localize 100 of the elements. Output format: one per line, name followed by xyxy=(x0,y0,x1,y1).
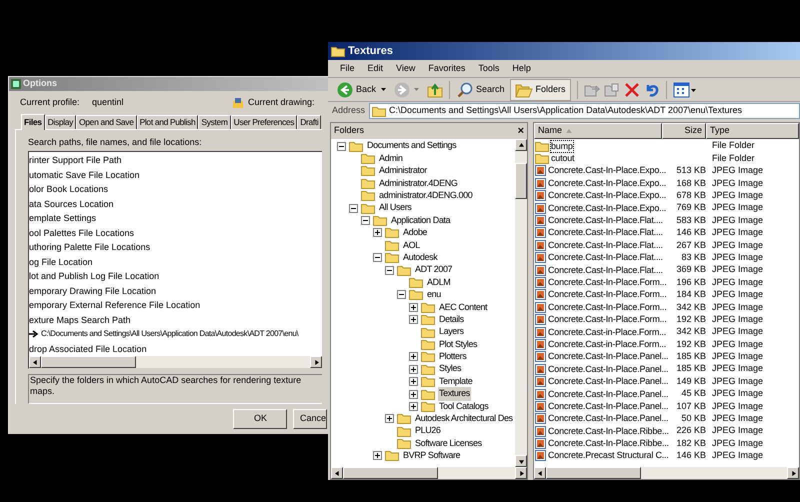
list-item[interactable]: rinter Support File Path xyxy=(29,153,322,168)
file-name[interactable]: Concrete.Cast-In-Place.Flat.... xyxy=(548,264,663,276)
menu-item[interactable]: View xyxy=(396,62,416,76)
file-name[interactable]: Concrete.Cast-In-Place.Form... xyxy=(548,314,667,326)
file-name[interactable]: Concrete.Cast-In-Place.Panel... xyxy=(548,400,668,412)
file-name[interactable]: Concrete.Cast-In-Place.Expo... xyxy=(548,178,666,189)
expand-icon[interactable] xyxy=(373,451,382,460)
expand-icon[interactable] xyxy=(409,364,418,374)
list-item[interactable]: exture Maps Search Path xyxy=(29,312,322,328)
file-locations-list[interactable] xyxy=(28,151,322,370)
list-item[interactable]: lot and Publish Log File Location xyxy=(29,269,322,284)
list-item[interactable]: uthoring Palette File Locations xyxy=(29,240,322,255)
list-item[interactable]: og File Location xyxy=(29,254,322,270)
collapse-icon[interactable] xyxy=(397,290,406,300)
scrollbar[interactable] xyxy=(515,139,527,467)
scroll-arrow-button[interactable] xyxy=(515,455,527,467)
list-item[interactable]: ool Palettes File Locations xyxy=(29,226,322,240)
folders-button[interactable]: Folders xyxy=(510,78,571,100)
file-name[interactable]: Concrete.Cast-in-Place.Form... xyxy=(548,326,666,338)
folder-label[interactable]: enu xyxy=(426,288,442,302)
folder-label[interactable]: administrator.4DENG.000 xyxy=(378,189,474,203)
list-item[interactable]: ata Sources Location xyxy=(29,196,322,212)
dialog-button[interactable]: OK xyxy=(233,409,287,430)
scroll-thumb[interactable] xyxy=(515,163,527,199)
scroll-arrow-button[interactable] xyxy=(29,356,41,368)
file-name[interactable]: Concrete.Cast-In-Place.Flat.... xyxy=(548,252,663,264)
folder-label[interactable]: Administrator.4DENG xyxy=(378,176,458,190)
file-name[interactable]: Concrete.Cast-In-Place.Panel... xyxy=(548,364,668,375)
address-field[interactable]: C:\Documents and Settings\All Users\Application Data\Autodesk\ADT 2007\enu\Textures xyxy=(369,103,800,119)
folder-label[interactable]: Plotters xyxy=(438,350,468,364)
file-name[interactable]: Concrete.Cast-in-Place.Form... xyxy=(548,338,666,350)
file-name[interactable]: Concrete.Cast-In-Place.Ribbe... xyxy=(548,438,669,450)
menu-item[interactable]: Favorites xyxy=(428,62,466,76)
column-header[interactable]: Size xyxy=(662,123,706,139)
expand-icon[interactable] xyxy=(409,302,418,312)
file-name[interactable]: Concrete.Cast-In-Place.Panel... xyxy=(548,376,668,388)
expand-icon[interactable] xyxy=(409,352,418,362)
file-name[interactable]: Concrete.Cast-In-Place.Form... xyxy=(548,276,667,288)
scroll-arrow-button[interactable] xyxy=(310,356,322,368)
collapse-icon[interactable] xyxy=(337,142,346,151)
folder-label[interactable]: Documents and Settings xyxy=(366,139,458,153)
file-name[interactable]: Concrete.Cast-In-Place.Panel... xyxy=(548,351,668,362)
scroll-arrow-button[interactable] xyxy=(787,467,799,479)
list-item[interactable]: olor Book Locations xyxy=(29,182,322,197)
dropdown-caret-icon[interactable] xyxy=(381,88,386,91)
folder-label[interactable]: Application Data xyxy=(390,214,452,228)
folder-label[interactable]: Textures xyxy=(438,387,471,401)
file-name[interactable]: Concrete.Cast-In-Place.Ribbe... xyxy=(548,426,669,437)
folder-label[interactable]: Tool Catalogs xyxy=(438,400,490,414)
list-item[interactable]: emporary External Reference File Location xyxy=(29,298,322,313)
delete-icon[interactable] xyxy=(624,82,640,98)
list-item[interactable]: utomatic Save File Location xyxy=(29,168,322,182)
dialog-button[interactable]: Cance xyxy=(293,409,327,430)
folder-label[interactable]: ADLM xyxy=(426,276,452,290)
scroll-thumb[interactable] xyxy=(343,467,438,479)
folder-label[interactable]: AOL xyxy=(402,238,421,252)
file-name[interactable]: Concrete.Cast-In-Place.Expo... xyxy=(548,165,666,176)
tab[interactable]: System xyxy=(198,114,231,129)
close-button[interactable]: × xyxy=(518,126,524,136)
folder-label[interactable]: AEC Content xyxy=(438,300,488,314)
scroll-arrow-button[interactable] xyxy=(515,467,527,479)
file-name[interactable]: Concrete.Cast-In-Place.Flat.... xyxy=(548,240,663,251)
menu-item[interactable]: File xyxy=(340,62,355,76)
list-item[interactable]: drop Associated File Location xyxy=(29,342,322,356)
tab[interactable]: Files xyxy=(21,114,45,130)
file-name[interactable]: Concrete.Precast Structural C... xyxy=(548,450,669,462)
scrollbar[interactable] xyxy=(534,467,799,479)
menu-item[interactable]: Tools xyxy=(478,62,500,76)
expand-icon[interactable] xyxy=(409,402,418,411)
scroll-thumb[interactable] xyxy=(546,467,641,479)
file-name[interactable]: Concrete.Cast-In-Place.Form... xyxy=(548,302,667,313)
collapse-icon[interactable] xyxy=(385,266,394,275)
folder-label[interactable]: Administrator xyxy=(378,164,428,178)
tab[interactable]: Plot and Publish xyxy=(136,114,198,129)
file-name[interactable]: Concrete.Cast-In-Place.Panel... xyxy=(548,388,668,400)
menu-item[interactable]: Help xyxy=(512,62,531,76)
search-button[interactable]: Search xyxy=(456,80,506,100)
scrollbar[interactable] xyxy=(29,356,322,368)
file-name[interactable]: Concrete.Cast-In-Place.Expo... xyxy=(548,190,666,202)
list-item[interactable]: emplate Settings xyxy=(29,211,322,226)
collapse-icon[interactable] xyxy=(349,204,358,213)
folder-label[interactable]: Layers xyxy=(438,325,465,339)
column-header[interactable]: Name xyxy=(534,123,662,139)
scroll-arrow-button[interactable] xyxy=(534,467,546,479)
list-item[interactable]: emporary Drawing File Location xyxy=(29,284,322,298)
path-item[interactable]: C:\Documents and Settings\All Users\Application Data\Autodesk\ADT 2007\enu\ xyxy=(41,328,298,340)
tab[interactable]: Drafti xyxy=(297,114,322,129)
views-icon[interactable] xyxy=(672,82,697,98)
folder-label[interactable]: Template xyxy=(438,374,474,388)
folder-label[interactable]: Autodesk Architectural Des xyxy=(414,412,514,426)
expand-icon[interactable] xyxy=(409,315,418,324)
column-header[interactable]: Type xyxy=(706,123,799,139)
scrollbar[interactable] xyxy=(331,467,527,479)
scroll-arrow-button[interactable] xyxy=(515,139,527,151)
expand-icon[interactable] xyxy=(373,228,382,238)
expand-icon[interactable] xyxy=(409,390,418,398)
folder-up-icon[interactable] xyxy=(427,82,444,98)
folder-label[interactable]: Autodesk xyxy=(402,250,438,264)
folder-label[interactable]: BVRP Software xyxy=(402,449,462,463)
file-name[interactable]: Concrete.Cast-In-Place.Flat.... xyxy=(548,215,663,226)
